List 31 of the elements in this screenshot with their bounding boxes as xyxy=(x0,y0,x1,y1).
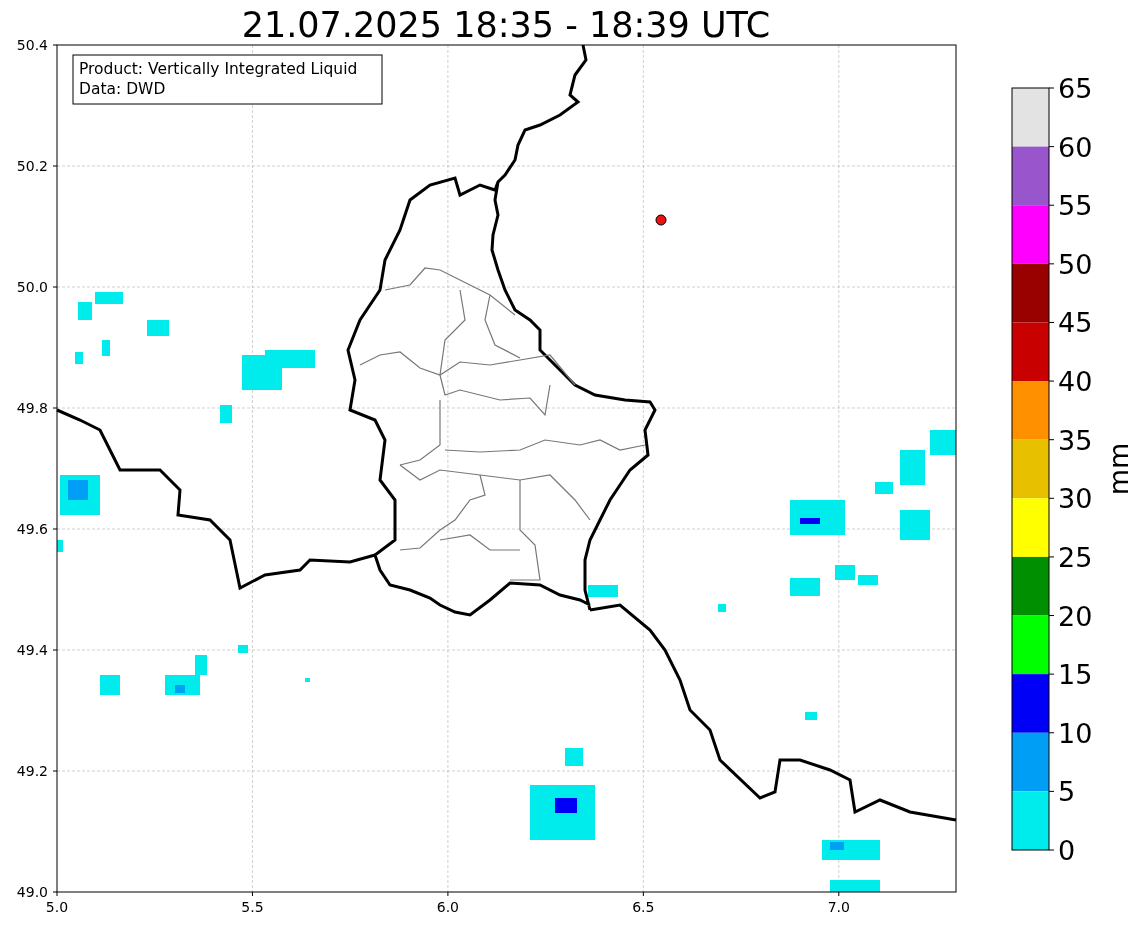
colorbar-tick-label: 10 xyxy=(1058,717,1093,749)
axis-tick-label: 5.5 xyxy=(241,899,264,915)
axis-tick-label: 50.4 xyxy=(16,37,48,53)
axis-tick-label: 49.2 xyxy=(16,763,48,779)
axis-tick-label: 49.8 xyxy=(16,400,48,416)
colorbar-tick-label: 25 xyxy=(1058,541,1093,573)
axis-tick-label: 7.0 xyxy=(827,899,850,915)
axis-tick-label: 6.0 xyxy=(436,899,460,915)
colorbar-tick-label: 45 xyxy=(1058,307,1093,339)
colorbar-tick-label: 55 xyxy=(1058,190,1093,222)
axis-tick-label: 50.2 xyxy=(16,158,48,174)
colorbar-tick-label: 35 xyxy=(1058,424,1093,456)
colorbar-tick-label: 15 xyxy=(1058,659,1093,691)
plot-title: 21.07.2025 18:35 - 18:39 UTC xyxy=(241,5,771,45)
axis-tick-label: 49.0 xyxy=(16,884,48,900)
axis-tick-label: 50.0 xyxy=(16,279,48,295)
colorbar-tick-label: 50 xyxy=(1058,248,1093,280)
axis-tick-label: 6.5 xyxy=(632,899,655,915)
colorbar-label: mm xyxy=(1103,442,1134,496)
colorbar-tick-label: 0 xyxy=(1058,835,1076,866)
colorbar-tick-label: 20 xyxy=(1058,600,1093,632)
legend-text: Data: DWD xyxy=(79,80,166,98)
colorbar-tick-label: 5 xyxy=(1058,776,1076,808)
axis-tick-label: 5.0 xyxy=(45,899,69,915)
colorbar-tick-label: 60 xyxy=(1058,131,1093,163)
axis-tick-label: 49.4 xyxy=(16,642,48,658)
legend-text: Product: Vertically Integrated Liquid xyxy=(79,60,358,78)
colorbar-tick-label: 30 xyxy=(1058,483,1093,515)
colorbar-tick-label: 40 xyxy=(1058,366,1093,398)
axis-tick-label: 49.6 xyxy=(16,521,48,537)
colorbar-tick-label: 65 xyxy=(1058,73,1093,104)
